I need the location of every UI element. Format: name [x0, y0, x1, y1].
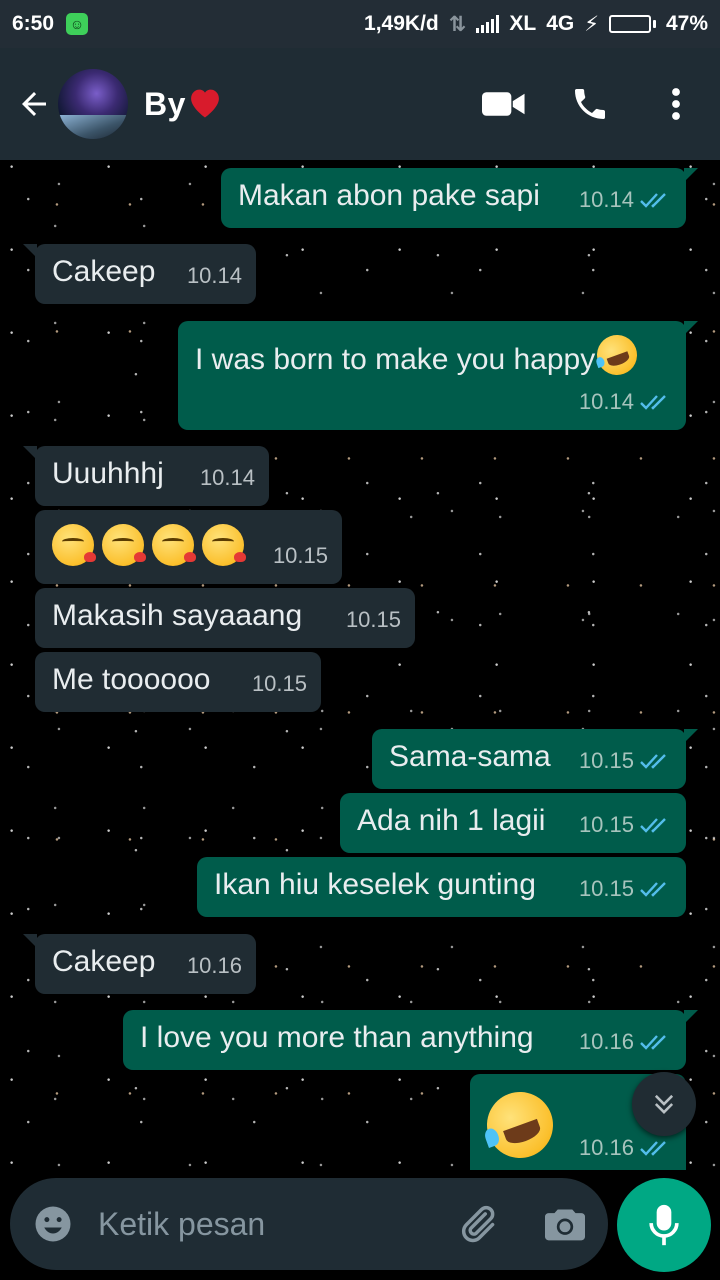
emoji-message: [52, 524, 252, 566]
battery-percent: 47%: [665, 12, 708, 35]
contact-avatar[interactable]: [58, 69, 128, 139]
message-bubble[interactable]: Cakeep 10.16: [23, 934, 256, 994]
status-time: 6:50: [12, 12, 55, 35]
message-input[interactable]: Ketik pesan: [98, 1206, 454, 1243]
status-bar: 6:50 ☺ 1,49K/d ⇅ XL 4G ⚡ 47%: [0, 0, 720, 48]
double-chevron-down-icon: [654, 1094, 674, 1114]
more-options-button[interactable]: [646, 74, 706, 134]
message-bubble[interactable]: Ada nih 1 lagii 10.15: [340, 793, 686, 853]
kissing-heart-emoji: [52, 524, 96, 566]
message-bubble[interactable]: Cakeep 10.14: [23, 244, 256, 304]
back-arrow-icon: [22, 92, 46, 116]
message-text: I was born to make you happy: [195, 329, 643, 381]
data-transfer-icon: ⇅: [448, 12, 467, 36]
video-call-button[interactable]: [474, 74, 534, 134]
message-time: 10.15: [345, 607, 401, 632]
message-bubble[interactable]: I love you more than anything 10.16: [123, 1010, 698, 1070]
paperclip-icon: [461, 1205, 495, 1243]
message-text: I love you more than anything: [140, 1021, 534, 1054]
voice-call-button[interactable]: [560, 74, 620, 134]
carrier-name: XL: [509, 12, 537, 35]
read-ticks-icon: [640, 882, 666, 897]
voice-record-button[interactable]: [617, 1178, 711, 1272]
message-time: 10.15: [272, 543, 328, 568]
read-ticks-icon: [640, 818, 666, 833]
battery-icon: [608, 15, 656, 33]
emoji-icon: [35, 1206, 71, 1242]
message-text: Makasih sayaaang: [52, 599, 303, 632]
phone-icon: [575, 89, 605, 119]
message-time: 10.15: [251, 671, 307, 696]
red-heart-icon: [190, 89, 219, 118]
rolling-laughing-emoji: [591, 329, 643, 381]
read-ticks-icon: [640, 193, 666, 208]
message-time: 10.14: [186, 263, 242, 288]
video-camera-icon: [482, 92, 525, 116]
message-time: 10.15: [578, 812, 634, 837]
message-bubble[interactable]: 10.15: [35, 510, 342, 584]
contact-name-text: By: [144, 86, 186, 122]
kebab-menu-icon: [672, 88, 680, 120]
microphone-icon: [649, 1204, 679, 1246]
contact-name[interactable]: By: [144, 85, 224, 123]
scroll-to-bottom-button[interactable]: [632, 1072, 696, 1136]
chat-area[interactable]: Makan abon pake sapi 10.14 Cakeep 10.14 …: [0, 160, 720, 1170]
message-time: 10.16: [186, 953, 242, 978]
message-text: Ada nih 1 lagii: [357, 804, 546, 837]
message-time: 10.16: [578, 1135, 634, 1160]
message-text: Sama-sama: [389, 740, 551, 773]
kissing-heart-emoji: [102, 524, 146, 566]
kissing-heart-emoji: [202, 524, 246, 566]
signal-icon: [476, 15, 500, 33]
back-button[interactable]: [12, 82, 56, 126]
read-ticks-icon: [640, 754, 666, 769]
attach-button[interactable]: [454, 1201, 500, 1247]
message-text: Uuuhhhj: [52, 457, 164, 490]
message-text: Makan abon pake sapi: [238, 179, 540, 212]
message-bubble[interactable]: Uuuhhhj 10.14: [23, 446, 269, 506]
message-text: Cakeep: [52, 945, 156, 978]
chat-header: By: [0, 48, 720, 160]
message-text: Cakeep: [52, 255, 156, 288]
message-text: Ikan hiu keselek gunting: [214, 868, 536, 901]
read-ticks-icon: [640, 1141, 666, 1156]
message-bubble[interactable]: I was born to make you happy 10.14: [178, 321, 698, 430]
network-type: 4G: [546, 12, 575, 35]
read-ticks-icon: [640, 395, 666, 410]
message-time: 10.16: [578, 1029, 634, 1054]
camera-icon: [545, 1209, 585, 1241]
message-bubble[interactable]: Sama-sama 10.15: [372, 729, 698, 789]
message-bubble[interactable]: Makasih sayaaang 10.15: [35, 588, 415, 648]
charging-icon: ⚡: [584, 12, 599, 36]
emoji-button[interactable]: [30, 1201, 76, 1247]
message-bubble[interactable]: Me toooooo 10.15: [35, 652, 321, 712]
message-time: 10.15: [578, 748, 634, 773]
message-time: 10.14: [578, 389, 634, 414]
read-ticks-icon: [640, 1035, 666, 1050]
camera-button[interactable]: [542, 1201, 588, 1247]
message-bubble[interactable]: Ikan hiu keselek gunting 10.15: [197, 857, 686, 917]
message-bubble[interactable]: Makan abon pake sapi 10.14: [221, 168, 698, 228]
message-time: 10.14: [578, 187, 634, 212]
message-time: 10.14: [199, 465, 255, 490]
emoji-message: [477, 1082, 563, 1168]
rolling-laughing-emoji: [477, 1082, 563, 1168]
message-composer: Ketik pesan: [10, 1178, 608, 1270]
message-time: 10.15: [578, 876, 634, 901]
notification-app-icon: ☺: [66, 13, 89, 35]
message-text: Me toooooo: [52, 663, 211, 696]
network-speed: 1,49K/d: [364, 12, 439, 35]
kissing-heart-emoji: [152, 524, 196, 566]
